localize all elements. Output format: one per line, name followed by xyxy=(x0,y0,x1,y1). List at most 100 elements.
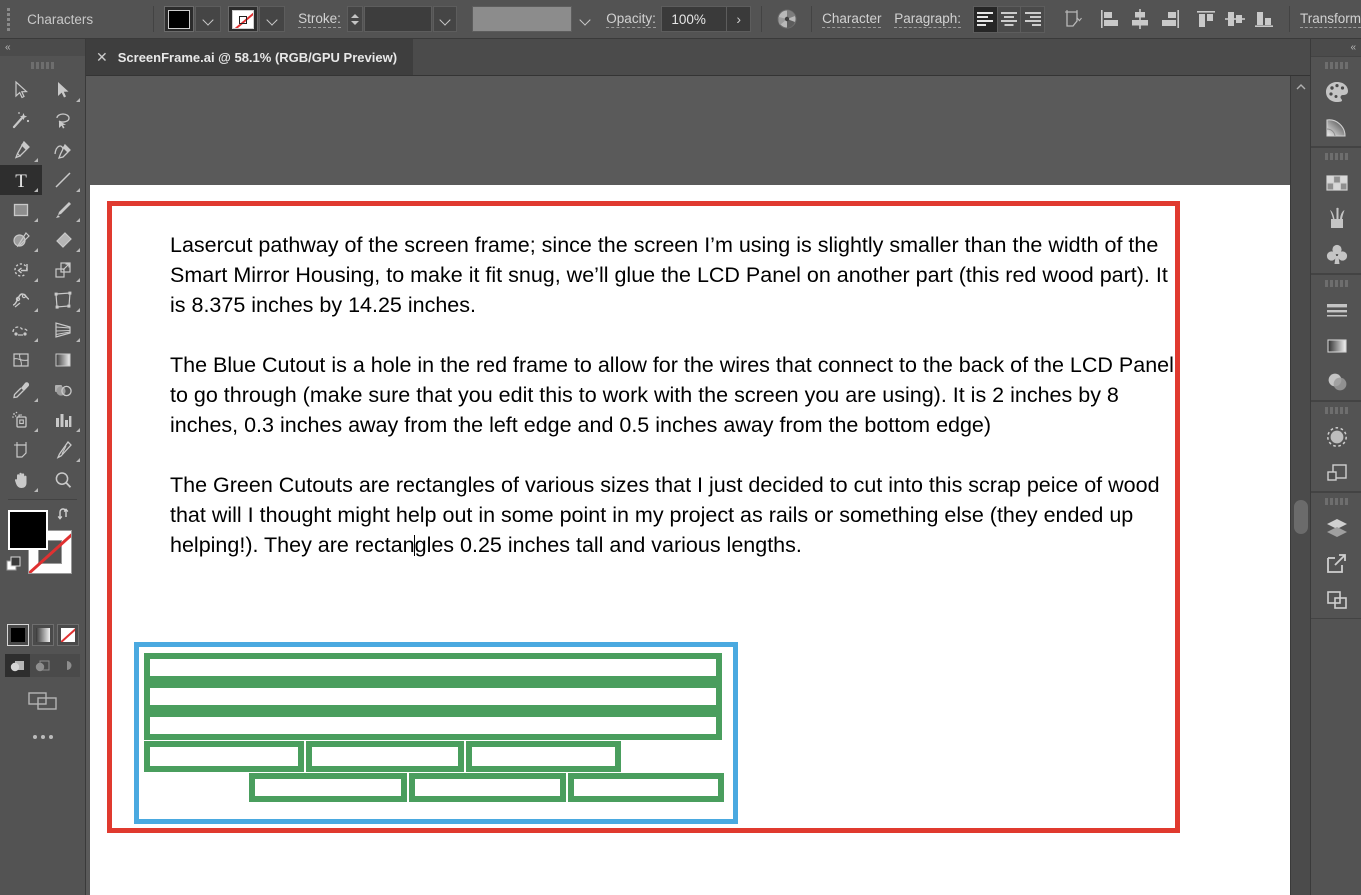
scale-tool[interactable] xyxy=(42,255,84,285)
swatches-panel-button[interactable] xyxy=(1311,165,1361,201)
free-transform-tool[interactable] xyxy=(42,285,84,315)
draw-behind-button[interactable] xyxy=(30,654,55,677)
layers-panel-button[interactable] xyxy=(1311,510,1361,546)
stroke-dropdown-button[interactable] xyxy=(259,6,286,32)
red-frame-shape[interactable]: Lasercut pathway of the screen frame; si… xyxy=(107,201,1180,833)
opacity-label[interactable]: Opacity: xyxy=(606,11,656,28)
stroke-label[interactable]: Stroke: xyxy=(298,11,341,28)
recolor-artwork-button[interactable] xyxy=(772,6,801,33)
line-segment-tool[interactable] xyxy=(42,165,84,195)
align-vertical-top-button[interactable] xyxy=(1191,6,1220,33)
artboards-panel-button[interactable] xyxy=(1311,582,1361,618)
scroll-up-button[interactable] xyxy=(1291,80,1311,94)
selection-tool[interactable] xyxy=(0,75,42,105)
scroll-thumb[interactable] xyxy=(1294,500,1308,534)
align-horizontal-right-button[interactable] xyxy=(1155,6,1184,33)
curvature-tool[interactable] xyxy=(42,135,84,165)
stroke-profile-dropdown[interactable] xyxy=(573,6,597,32)
symbol-sprayer-tool[interactable] xyxy=(0,405,42,435)
stroke-swatch[interactable] xyxy=(228,6,259,32)
transform-link[interactable]: Transform xyxy=(1299,11,1361,28)
gradient-panel-button[interactable] xyxy=(1311,328,1361,364)
blend-tool[interactable] xyxy=(42,375,84,405)
green-cutout-rect[interactable] xyxy=(144,741,304,772)
magic-wand-tool[interactable] xyxy=(0,105,42,135)
close-icon[interactable]: ✕ xyxy=(96,50,108,64)
transparency-panel-button[interactable] xyxy=(1311,364,1361,400)
stroke-weight-stepper[interactable] xyxy=(346,6,363,32)
draw-inside-button[interactable] xyxy=(55,654,80,677)
fill-color-swatch[interactable] xyxy=(8,510,48,550)
align-horizontal-center-button[interactable] xyxy=(1126,6,1155,33)
green-cutout-rect[interactable] xyxy=(144,682,722,711)
column-graph-tool[interactable] xyxy=(42,405,84,435)
dock-group-grip[interactable] xyxy=(1311,275,1361,292)
dock-group-grip[interactable] xyxy=(1311,148,1361,165)
draw-normal-button[interactable] xyxy=(5,654,30,677)
green-cutout-rect[interactable] xyxy=(144,653,722,682)
dock-collapse-button[interactable]: « xyxy=(1311,39,1361,56)
gradient-tool[interactable] xyxy=(42,345,84,375)
zoom-tool[interactable] xyxy=(42,465,84,495)
green-cutout-rect[interactable] xyxy=(249,773,407,802)
default-fill-stroke-button[interactable] xyxy=(6,556,24,574)
align-vertical-bottom-button[interactable] xyxy=(1250,6,1279,33)
swap-fill-stroke-button[interactable] xyxy=(57,508,73,522)
slice-tool[interactable] xyxy=(42,435,84,465)
tools-collapse-button[interactable]: « xyxy=(0,39,85,56)
shape-builder-tool[interactable] xyxy=(0,315,42,345)
fill-swatch[interactable] xyxy=(164,6,195,32)
color-guide-panel-button[interactable] xyxy=(1311,110,1361,146)
shaper-tool[interactable] xyxy=(0,225,42,255)
stroke-panel-button[interactable] xyxy=(1311,292,1361,328)
fill-swatch-group[interactable] xyxy=(164,6,222,32)
symbols-panel-button[interactable] xyxy=(1311,237,1361,273)
links-panel-button[interactable] xyxy=(1311,546,1361,582)
fill-dropdown-button[interactable] xyxy=(195,6,222,32)
color-mode-gradient-button[interactable] xyxy=(31,624,54,646)
color-mode-solid-button[interactable] xyxy=(6,624,29,646)
brushes-panel-button[interactable] xyxy=(1311,201,1361,237)
mesh-tool[interactable] xyxy=(0,345,42,375)
align-center-button[interactable] xyxy=(996,5,1022,33)
tools-panel-grip[interactable] xyxy=(0,56,85,75)
pen-tool[interactable] xyxy=(0,135,42,165)
edit-toolbar-button[interactable] xyxy=(0,735,85,739)
align-left-button[interactable] xyxy=(972,5,998,33)
stroke-weight-field[interactable] xyxy=(363,6,433,32)
dock-group-grip[interactable] xyxy=(1311,57,1361,74)
perspective-grid-tool[interactable] xyxy=(42,315,84,345)
green-cutout-rect[interactable] xyxy=(466,741,621,772)
document-text-block[interactable]: Lasercut pathway of the screen frame; si… xyxy=(170,230,1185,560)
control-bar-grip[interactable] xyxy=(4,5,13,33)
character-link[interactable]: Character xyxy=(822,11,882,28)
opacity-expand-button[interactable]: › xyxy=(727,6,752,32)
paintbrush-tool[interactable] xyxy=(42,195,84,225)
green-cutout-rect[interactable] xyxy=(144,711,722,740)
cutout-artwork-group[interactable] xyxy=(134,642,738,824)
eyedropper-tool[interactable] xyxy=(0,375,42,405)
direct-selection-tool[interactable] xyxy=(42,75,84,105)
document-setup-button[interactable] xyxy=(1058,6,1087,33)
type-tool[interactable]: T xyxy=(0,165,42,195)
rectangle-tool[interactable] xyxy=(0,195,42,225)
canvas-area[interactable]: Lasercut pathway of the screen frame; si… xyxy=(86,76,1290,895)
green-cutout-rect[interactable] xyxy=(568,773,724,802)
align-right-button[interactable] xyxy=(1020,5,1046,33)
document-tab[interactable]: ✕ ScreenFrame.ai @ 58.1% (RGB/GPU Previe… xyxy=(86,39,414,75)
align-horizontal-left-button[interactable] xyxy=(1096,6,1125,33)
vertical-scrollbar[interactable] xyxy=(1290,76,1311,895)
width-tool[interactable] xyxy=(0,285,42,315)
color-mode-none-button[interactable] xyxy=(56,624,79,646)
rotate-tool[interactable] xyxy=(0,255,42,285)
lasso-tool[interactable] xyxy=(42,105,84,135)
appearance-panel-button[interactable] xyxy=(1311,419,1361,455)
graphic-styles-panel-button[interactable] xyxy=(1311,455,1361,491)
paragraph-link[interactable]: Paragraph: xyxy=(894,11,962,28)
eraser-tool[interactable] xyxy=(42,225,84,255)
stroke-profile-field[interactable] xyxy=(471,6,573,32)
dock-group-grip[interactable] xyxy=(1311,402,1361,419)
align-vertical-center-button[interactable] xyxy=(1221,6,1250,33)
dock-group-grip[interactable] xyxy=(1311,493,1361,510)
green-cutout-rect[interactable] xyxy=(409,773,566,802)
